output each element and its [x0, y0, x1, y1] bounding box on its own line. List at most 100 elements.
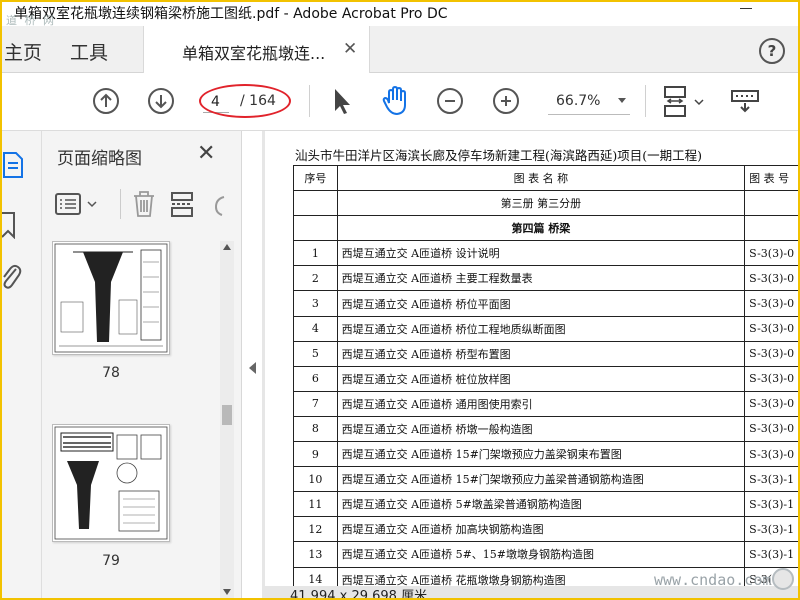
row-code: S-3(3)-0	[744, 340, 800, 367]
thumbnail-panel-title: 页面缩略图	[57, 149, 142, 169]
thumbnail-page[interactable]	[52, 241, 170, 355]
select-cursor-icon[interactable]	[332, 87, 352, 119]
hand-tool-icon[interactable]	[381, 85, 411, 121]
scrollbar-thumb[interactable]	[222, 405, 232, 425]
zoom-out-button[interactable]	[437, 88, 463, 114]
zoom-in-button[interactable]	[493, 88, 519, 114]
row-number: 1	[293, 240, 338, 267]
zoom-level[interactable]: 66.7%	[556, 93, 600, 109]
document-area[interactable]: 汕头市牛田洋片区海滨长廊及停车场新建工程(海滨路西延)项目(一期工程) 序号 图…	[262, 131, 800, 600]
page-size-readout: 41.994 x 29.698 厘米	[290, 589, 428, 600]
attachment-icon[interactable]	[0, 261, 22, 295]
row-number: 10	[293, 466, 338, 493]
document-heading: 汕头市牛田洋片区海滨长廊及停车场新建工程(海滨路西延)项目(一期工程)	[295, 148, 703, 163]
row-title: 西堤互通立交 A匝道桥 桥位平面图	[336, 290, 746, 317]
row-title: 西堤互通立交 A匝道桥 桥墩一般构造图	[336, 415, 746, 443]
row-code: S-3(3)-1	[744, 491, 800, 518]
row-number: 12	[293, 516, 338, 543]
pdf-page: 汕头市牛田洋片区海滨长廊及停车场新建工程(海滨路西延)项目(一期工程) 序号 图…	[265, 131, 800, 586]
scroll-down-icon[interactable]	[223, 589, 231, 595]
collapse-panel-icon[interactable]	[249, 362, 256, 374]
highlight-oval	[199, 84, 291, 118]
row-title: 西堤互通立交 A匝道桥 15#门架墩预应力盖梁普通钢筋构造图	[336, 466, 746, 493]
table-row: 13 西堤互通立交 A匝道桥 5#、15#墩墩身钢筋构造图 S-3(3)-1	[293, 541, 800, 568]
tab-document-label: 单箱双室花瓶墩连...	[182, 44, 326, 63]
zoom-underline	[548, 114, 630, 115]
thumbnail-panel: 页面缩略图 ✕ 78 79	[42, 131, 242, 600]
column-header: 图 表 名 称	[336, 164, 746, 192]
title-bar: 单箱双室花瓶墩连续钢箱梁桥施工图纸.pdf - Adobe Acrobat Pr…	[0, 0, 800, 27]
section-label: 第四篇 桥梁	[336, 215, 746, 242]
table-row: 10 西堤互通立交 A匝道桥 15#门架墩预应力盖梁普通钢筋构造图 S-3(3)-1	[293, 466, 800, 493]
row-title: 西堤互通立交 A匝道桥 桥型布置图	[336, 340, 746, 367]
thumbnail-page[interactable]	[52, 424, 170, 542]
minimize-button[interactable]	[738, 2, 754, 16]
table-row: 8 西堤互通立交 A匝道桥 桥墩一般构造图 S-3(3)-0	[293, 415, 800, 443]
row-title: 西堤互通立交 A匝道桥 加高块钢筋构造图	[336, 516, 746, 543]
bookmark-icon[interactable]	[0, 211, 18, 243]
insert-page-icon[interactable]	[168, 189, 196, 223]
zoom-out-icon	[445, 100, 455, 102]
table-row: 4 西堤互通立交 A匝道桥 桥位工程地质纵断面图 S-3(3)-0	[293, 315, 800, 342]
row-code: S-3(3)-0	[744, 365, 800, 392]
prev-page-button[interactable]	[93, 88, 119, 114]
watermark-logo-icon	[772, 568, 794, 590]
help-icon[interactable]: ?	[759, 38, 785, 64]
row-code: S-3(3)-0	[744, 240, 800, 267]
row-title: 西堤互通立交 A匝道桥 通用图使用索引	[336, 390, 746, 417]
table-row: 7 西堤互通立交 A匝道桥 通用图使用索引 S-3(3)-0	[293, 390, 800, 417]
section-label: 第三册 第三分册	[336, 190, 746, 217]
thumbnail-options[interactable]	[52, 189, 108, 223]
next-page-button[interactable]	[148, 88, 174, 114]
row-code: S-3(3)-0	[744, 415, 800, 443]
row-number: 3	[293, 290, 338, 317]
prev-page-icon	[100, 93, 112, 107]
close-panel-icon[interactable]: ✕	[197, 141, 215, 166]
thumbnail-page-number: 79	[102, 553, 120, 569]
row-code: S-3(3)-1	[744, 516, 800, 543]
thumbnail-page-number: 78	[102, 365, 120, 381]
rotate-icon[interactable]	[212, 193, 226, 221]
options-menu-icon	[55, 193, 97, 215]
row-number: 7	[293, 390, 338, 417]
chevron-down-icon[interactable]	[618, 98, 626, 103]
watermark-bottom: www.cndao.com	[654, 571, 772, 589]
row-title: 西堤互通立交 A匝道桥 5#、15#墩墩身钢筋构造图	[336, 541, 746, 568]
toolbar-divider	[645, 85, 646, 117]
row-code: S-3(3)-0	[744, 265, 800, 292]
row-number: 5	[293, 340, 338, 367]
row-number: 9	[293, 441, 338, 468]
row-number: 8	[293, 415, 338, 443]
table-row: 3 西堤互通立交 A匝道桥 桥位平面图 S-3(3)-0	[293, 290, 800, 317]
row-code: S-3(3)-0	[744, 315, 800, 342]
table-row: 6 西堤互通立交 A匝道桥 桩位放样图 S-3(3)-0	[293, 365, 800, 392]
row-title: 西堤互通立交 A匝道桥 桩位放样图	[336, 365, 746, 392]
next-page-icon	[155, 95, 167, 109]
tab-home[interactable]: 主页	[4, 38, 42, 65]
thumbnail-scrollbar[interactable]	[220, 241, 234, 600]
row-number: 6	[293, 365, 338, 392]
table-row: 1 西堤互通立交 A匝道桥 设计说明 S-3(3)-0	[293, 240, 800, 267]
column-header: 图 表 号	[744, 164, 800, 192]
row-number: 4	[293, 315, 338, 342]
page-thumbnails-icon[interactable]	[2, 151, 24, 183]
row-number: 14	[293, 566, 338, 586]
zoom-in-icon	[501, 96, 511, 106]
row-number: 13	[293, 541, 338, 568]
tab-bar: 主页 工具 单箱双室花瓶墩连... ✕ ?	[0, 26, 800, 74]
row-number: 2	[293, 265, 338, 292]
page-view-icon[interactable]	[662, 85, 706, 123]
left-rail	[0, 131, 42, 600]
panel-divider	[120, 189, 121, 219]
keyboard-icon[interactable]	[730, 87, 760, 119]
row-number: 11	[293, 491, 338, 518]
row-title: 西堤互通立交 A匝道桥 主要工程数量表	[336, 265, 746, 292]
tab-document[interactable]: 单箱双室花瓶墩连... ✕	[143, 26, 370, 74]
trash-icon[interactable]	[130, 189, 158, 223]
row-code: S-3(3)-1	[744, 466, 800, 493]
close-tab-icon[interactable]: ✕	[343, 39, 357, 59]
table-row: 2 西堤互通立交 A匝道桥 主要工程数量表 S-3(3)-0	[293, 265, 800, 292]
tab-tools[interactable]: 工具	[70, 38, 108, 65]
scroll-up-icon[interactable]	[223, 244, 231, 250]
row-code: S-3(3)-1	[744, 541, 800, 568]
